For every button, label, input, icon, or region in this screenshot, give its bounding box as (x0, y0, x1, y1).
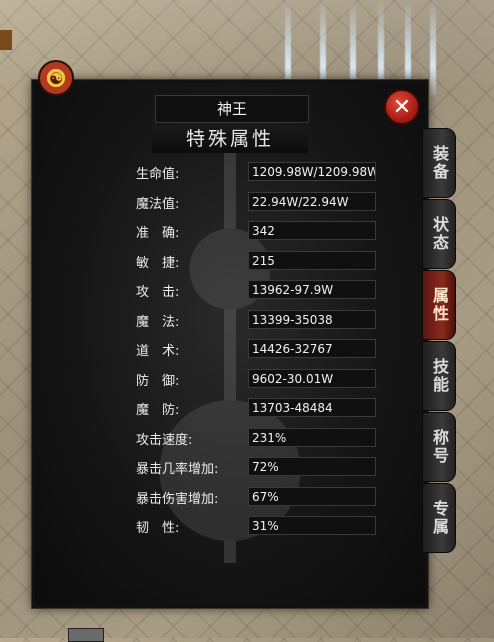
stat-value: 231% (248, 427, 376, 447)
stat-label: 攻 击: (136, 285, 180, 300)
stat-row: 生命值: 1209.98W/1209.98W (136, 160, 386, 190)
yin-yang-emblem-icon: ☯ (38, 60, 74, 96)
stat-value: 1209.98W/1209.98W (248, 162, 376, 181)
stat-value: 67% (248, 486, 376, 506)
stat-value: 215 (248, 250, 376, 270)
stat-value: 342 (248, 221, 376, 240)
tab-4[interactable]: 称号 (422, 412, 456, 482)
stats-list[interactable]: 生命值: 1209.98W/1209.98W 魔法值: 22.94W/22.94W 准 … (136, 160, 386, 538)
tab-1[interactable]: 状态 (422, 199, 456, 269)
tab-3[interactable]: 技能 (422, 341, 456, 411)
corner-decoration (0, 30, 12, 50)
stat-row: 攻 击: 13962-97.9W (136, 278, 386, 308)
stat-row: 攻击速度: 231% (136, 426, 386, 456)
stat-row: 暴击几率增加: 72% (136, 455, 386, 485)
stat-row: 防 御: 9602-30.01W (136, 367, 386, 397)
stat-row: 准 确: 342 (136, 219, 386, 249)
stat-label: 准 确: (136, 226, 180, 241)
stat-value: 13703-48484 (248, 398, 376, 417)
stat-value: 13962-97.9W (248, 280, 376, 299)
stat-label: 道 术: (136, 344, 180, 359)
stat-label: 魔 防: (136, 403, 180, 418)
stat-value: 14426-32767 (248, 339, 376, 358)
close-icon: ✕ (392, 94, 412, 120)
section-title: 特殊属性 (152, 125, 308, 153)
bottom-slot-icon (68, 628, 104, 642)
stat-row: 魔 防: 13703-48484 (136, 396, 386, 426)
stat-label: 防 御: (136, 373, 180, 389)
stat-row: 魔 法: 13399-35038 (136, 308, 386, 338)
stat-value: 31% (248, 516, 376, 535)
tab-0[interactable]: 装备 (422, 128, 456, 198)
stat-value: 13399-35038 (248, 309, 376, 329)
character-name: 神王 (155, 95, 309, 123)
stat-value: 22.94W/22.94W (248, 191, 376, 211)
stat-row: 暴击伤害增加: 67% (136, 485, 386, 515)
stat-label: 攻击速度: (136, 432, 193, 448)
stat-label: 暴击几率增加: (136, 462, 219, 477)
close-button[interactable]: ✕ (384, 89, 420, 125)
emblem-glyph: ☯ (48, 68, 64, 88)
tab-2[interactable]: 属性 (422, 270, 456, 340)
background-decoration (0, 0, 494, 90)
stat-value: 9602-30.01W (248, 368, 376, 388)
stat-row: 魔法值: 22.94W/22.94W (136, 190, 386, 220)
stat-label: 魔法值: (136, 196, 180, 212)
stat-row: 敏 捷: 215 (136, 249, 386, 279)
tab-5[interactable]: 专属 (422, 483, 456, 553)
stat-row: 韧 性: 31% (136, 514, 386, 538)
stat-label: 敏 捷: (136, 255, 180, 271)
stat-label: 韧 性: (136, 521, 180, 536)
light-beam (430, 0, 436, 95)
stat-label: 魔 法: (136, 314, 180, 330)
stat-row: 道 术: 14426-32767 (136, 337, 386, 367)
stat-label: 生命值: (136, 167, 180, 182)
stat-value: 72% (248, 457, 376, 476)
stat-label: 暴击伤害增加: (136, 491, 219, 507)
